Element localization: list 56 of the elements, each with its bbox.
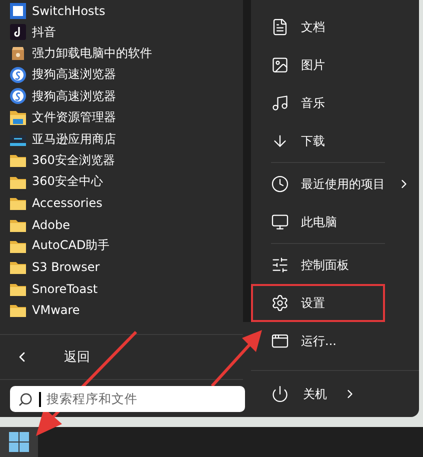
menu-item[interactable]: 设置 bbox=[251, 284, 385, 322]
app-icon bbox=[10, 2, 26, 19]
app-list-item[interactable]: VMware bbox=[0, 299, 243, 320]
app-list-item[interactable]: 文件资源管理器 bbox=[0, 106, 243, 128]
app-list-item[interactable]: SnoreToast bbox=[0, 278, 243, 300]
menu-item[interactable]: 音乐 bbox=[251, 84, 385, 122]
app-list-item[interactable]: 360安全浏览器 bbox=[0, 150, 243, 172]
app-list-item[interactable]: Adobe bbox=[0, 214, 243, 236]
back-button[interactable]: 返回 bbox=[0, 334, 243, 380]
browser-icon bbox=[10, 66, 26, 83]
app-list-item[interactable]: 搜狗高速浏览器 bbox=[0, 64, 243, 86]
app-list-item[interactable]: 360安全中心 bbox=[0, 171, 243, 193]
computer-icon bbox=[271, 213, 289, 231]
app-list-item[interactable]: 搜狗高速浏览器 bbox=[0, 86, 243, 107]
app-list-item[interactable]: AutoCAD助手 bbox=[0, 235, 243, 257]
folder-icon bbox=[10, 196, 26, 210]
folder-icon bbox=[10, 174, 26, 189]
windows-icon bbox=[9, 432, 29, 452]
menu-item[interactable]: 下载 bbox=[251, 122, 385, 160]
music-note-icon bbox=[10, 24, 26, 40]
picture-icon bbox=[271, 56, 289, 74]
menu-item[interactable]: 图片 bbox=[251, 46, 385, 84]
app-list-item[interactable]: S3 Browser bbox=[0, 256, 243, 278]
menu-item[interactable]: 运行... bbox=[251, 322, 385, 360]
folder-icon bbox=[10, 110, 26, 126]
folder-icon bbox=[10, 153, 26, 168]
store-icon bbox=[10, 132, 26, 146]
power-icon bbox=[271, 385, 289, 403]
app-list-item[interactable]: Accessories bbox=[0, 192, 243, 214]
app-list-item[interactable]: 强力卸载电脑中的软件 bbox=[0, 42, 243, 64]
settings-icon bbox=[271, 294, 289, 312]
app-list-item[interactable]: 抖音 bbox=[0, 21, 243, 43]
app-list-item[interactable]: 亚马逊应用商店 bbox=[0, 128, 243, 150]
search-icon bbox=[18, 392, 33, 406]
clock-icon bbox=[271, 175, 289, 193]
box-icon bbox=[10, 45, 26, 62]
sliders-icon bbox=[271, 256, 289, 274]
menu-item[interactable]: 最近使用的项目 bbox=[251, 165, 385, 203]
folder-icon bbox=[10, 218, 26, 232]
menu-item[interactable]: 控制面板 bbox=[251, 246, 385, 284]
text-cursor bbox=[39, 392, 40, 406]
app-list-item[interactable]: SwitchHosts bbox=[0, 0, 243, 22]
folder-icon bbox=[10, 260, 26, 274]
folder-icon bbox=[10, 303, 26, 318]
document-icon bbox=[271, 18, 289, 36]
folder-icon bbox=[10, 238, 26, 253]
power-button[interactable]: 关机 bbox=[251, 370, 419, 417]
search-field[interactable]: 搜索程序和文件 bbox=[10, 386, 245, 412]
folder-icon bbox=[10, 282, 26, 296]
menu-item[interactable]: 此电脑 bbox=[251, 203, 385, 241]
menu-item[interactable]: 文档 bbox=[251, 8, 385, 46]
arrow-annotation bbox=[210, 330, 262, 387]
browser-icon bbox=[10, 88, 26, 104]
music-note-icon bbox=[271, 94, 289, 112]
start-button[interactable] bbox=[0, 427, 38, 457]
window-icon bbox=[271, 332, 289, 350]
